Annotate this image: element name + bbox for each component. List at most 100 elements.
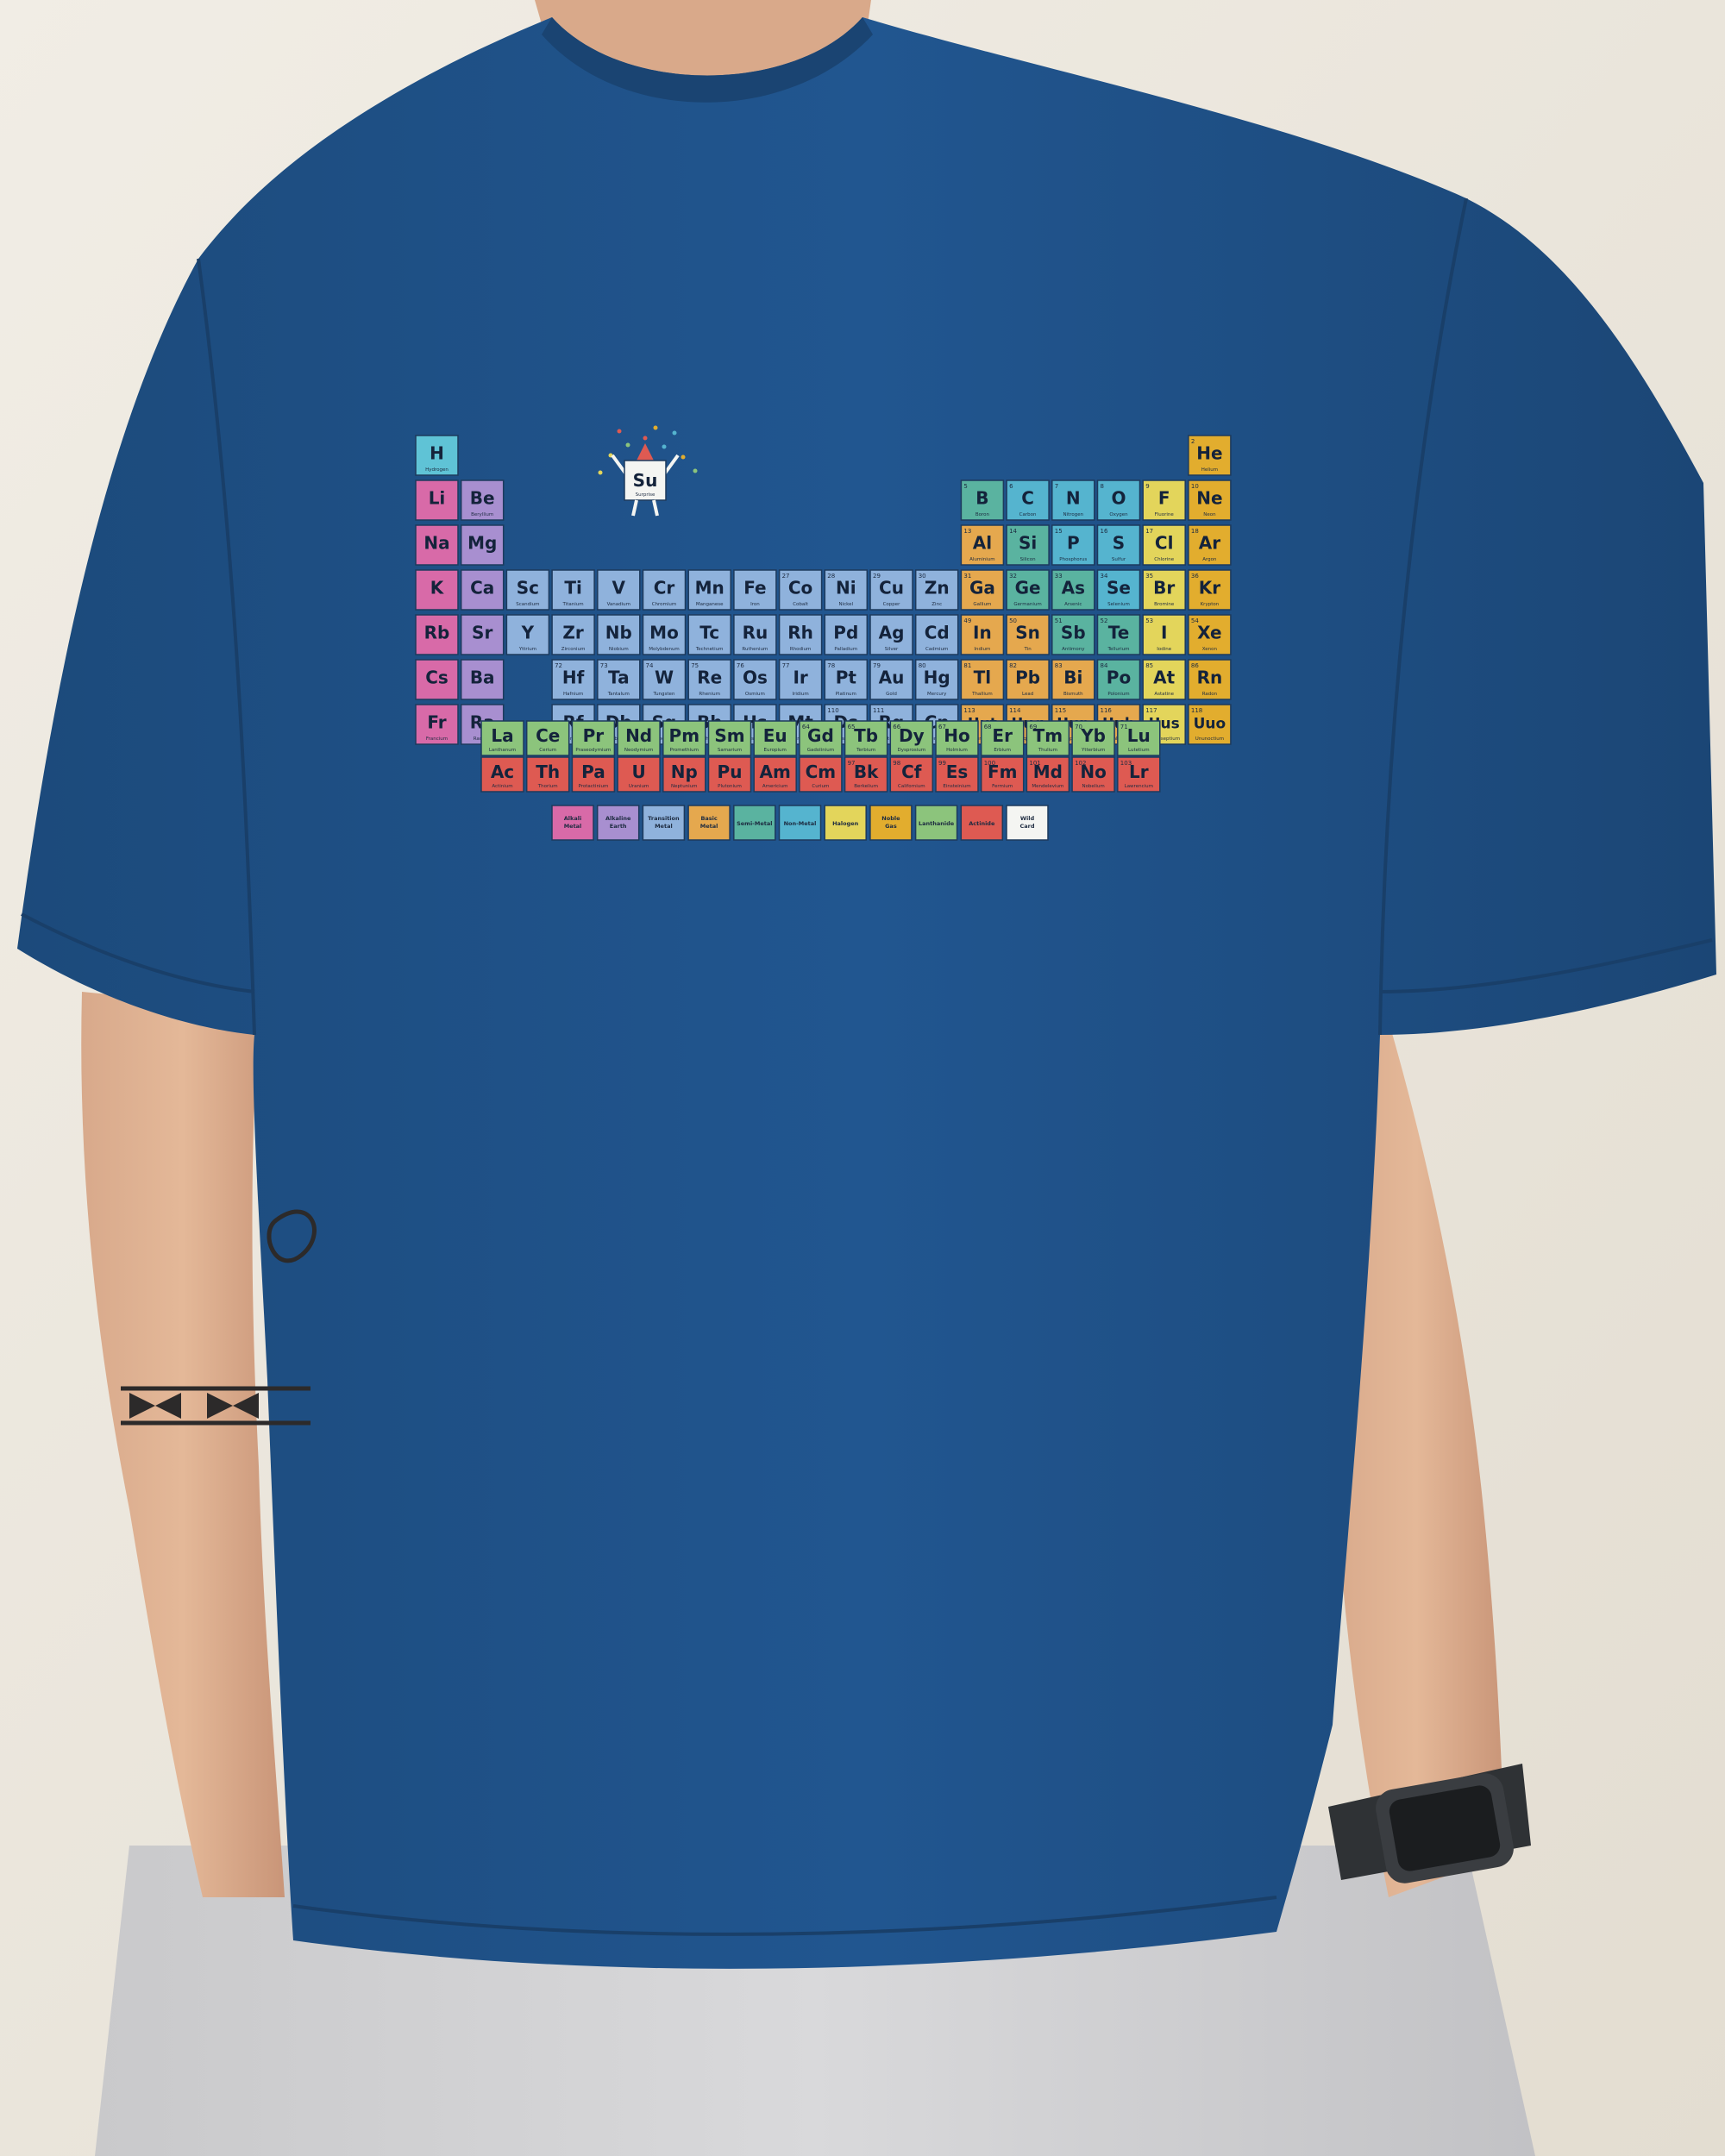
element-symbol: Y	[521, 623, 535, 643]
element-name: Gadolinium	[807, 748, 834, 753]
element-na: Na	[415, 524, 459, 566]
atomic-number: 35	[1145, 573, 1153, 580]
element-ce: Ce Cerium	[525, 720, 570, 756]
element-name: Berkelium	[854, 784, 878, 789]
element-name: Promethium	[670, 748, 699, 753]
element-name: Phosphorus	[1059, 557, 1087, 562]
element-symbol: Nd	[625, 725, 652, 746]
element-symbol: Gd	[807, 725, 834, 746]
element-name: Cerium	[539, 748, 556, 753]
mascot-leg-right	[652, 499, 659, 517]
element-symbol: Mo	[649, 623, 679, 643]
element-te: 52Te Tellurium	[1096, 614, 1141, 655]
element-name: Actinium	[492, 784, 512, 789]
element-symbol: Te	[1108, 623, 1130, 643]
element-symbol: S	[1113, 533, 1125, 554]
confetti-dot	[681, 454, 686, 460]
element-name: Astatine	[1154, 692, 1174, 697]
element-w: 74W Tungsten	[642, 659, 687, 700]
element-symbol: Md	[1033, 761, 1063, 782]
atomic-number: 117	[1145, 707, 1157, 714]
element-name: Fluorine	[1155, 512, 1175, 517]
element-symbol: Pr	[583, 725, 605, 746]
element-bk: 97BkBerkelium	[844, 756, 888, 793]
element-symbol: Hf	[562, 667, 585, 688]
element-symbol: Ru	[743, 623, 768, 643]
confetti-dot	[598, 470, 603, 475]
element-symbol: Li	[429, 488, 446, 509]
element-sn: 50SnTin	[1006, 614, 1050, 655]
confetti-dot	[662, 444, 667, 449]
element-n: 7 N Nitrogen	[1051, 479, 1095, 521]
element-o: 8O Oxygen	[1096, 479, 1141, 521]
element-name: Tantalum	[607, 692, 630, 697]
element-name: Neon	[1203, 512, 1216, 517]
element-cm: Cm Curium	[799, 756, 843, 793]
element-md: 101MdMendelevium	[1026, 756, 1070, 793]
element-symbol: Ni	[836, 578, 856, 599]
element-name: Ruthenium	[742, 647, 768, 652]
element-symbol: Xe	[1197, 623, 1221, 643]
element-p: 15 P Phosphorus	[1051, 524, 1095, 566]
element-symbol: Tb	[854, 725, 878, 746]
element-name: Beryllium	[471, 512, 493, 517]
element-symbol: Bi	[1063, 667, 1082, 688]
atomic-number: 13	[963, 528, 971, 535]
element-symbol: Zn	[925, 578, 950, 599]
legend-item-wild: Wild Card	[1006, 805, 1049, 841]
element-name: Radon	[1202, 692, 1218, 697]
legend-item-nonmetal: Non-Metal	[778, 805, 822, 841]
element-i: 53 I Iodine	[1142, 614, 1186, 655]
element-symbol: Cr	[654, 578, 675, 599]
element-name: Krypton	[1201, 602, 1220, 607]
element-li: Li	[415, 479, 459, 521]
element-pd: Pd Palladium	[824, 614, 869, 655]
element-tm: 69TmThulium	[1026, 720, 1070, 756]
element-name: Rhenium	[699, 692, 720, 697]
element-name: Einsteinium	[943, 784, 970, 789]
element-name: Uranium	[629, 784, 649, 789]
element-ta: 73Ta Tantalum	[597, 659, 641, 700]
element-symbol: Ir	[793, 667, 807, 688]
atomic-number: 81	[963, 662, 971, 669]
element-name: Holmium	[946, 748, 968, 753]
element-symbol: Rn	[1197, 667, 1223, 688]
legend-label: Halogen	[832, 820, 859, 827]
element-name: Silicon	[1020, 557, 1036, 562]
element-symbol: Ba	[470, 667, 495, 688]
element-symbol: La	[491, 725, 513, 746]
element-symbol: Cm	[806, 761, 837, 782]
element-cs: Cs	[415, 659, 459, 700]
element-symbol: U	[631, 761, 645, 782]
element-symbol: Mg	[467, 533, 497, 554]
element-ge: 32GeGermanium	[1006, 569, 1050, 611]
element-symbol: P	[1067, 533, 1080, 554]
legend-label: Lanthanide	[919, 820, 955, 827]
element-name: Scandium	[516, 602, 539, 607]
element-symbol: Sm	[714, 725, 744, 746]
element-eu: Eu Europium	[753, 720, 797, 756]
element-symbol: Mn	[695, 578, 724, 599]
element-symbol: Os	[743, 667, 768, 688]
atomic-number: 52	[1101, 617, 1108, 624]
element-symbol: Ca	[470, 578, 494, 599]
confetti-dot	[617, 429, 622, 434]
element-au: 79AuGold	[869, 659, 913, 700]
element-sb: 51SbAntimony	[1051, 614, 1095, 655]
element-name: Osmium	[745, 692, 765, 697]
element-am: Am Americium	[753, 756, 797, 793]
element-symbol: Hg	[924, 667, 950, 688]
element-name: Dysprosium	[898, 748, 926, 753]
atomic-number: 16	[1101, 528, 1108, 535]
element-symbol: Ar	[1199, 533, 1220, 554]
element-name: Thulium	[1038, 748, 1057, 753]
element-name: Sulfur	[1112, 557, 1126, 562]
legend-item-halogen: Halogen	[824, 805, 867, 841]
atomic-number: 118	[1191, 707, 1202, 714]
element-symbol: K	[430, 578, 445, 599]
element-name: Rhodium	[790, 647, 812, 652]
element-symbol: Tc	[699, 623, 719, 643]
atomic-number: 5	[963, 483, 967, 490]
element-name: Protactinium	[578, 784, 608, 789]
element-symbol: Cu	[879, 578, 904, 599]
